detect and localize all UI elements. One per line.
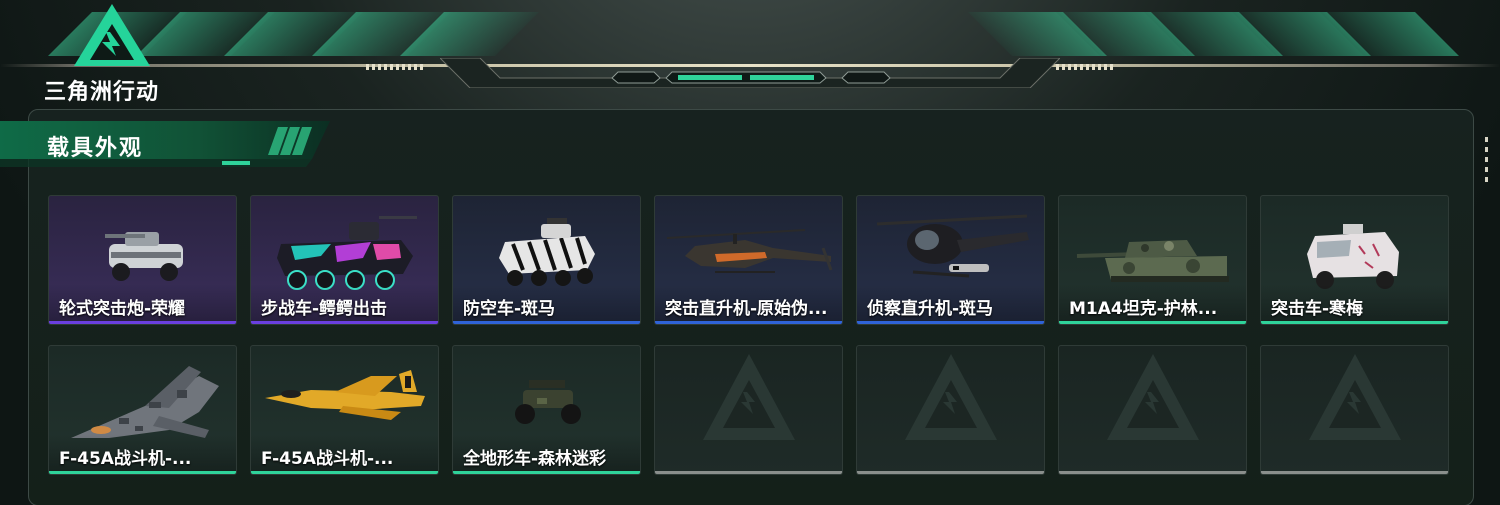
- vehicle-skin-card[interactable]: F-45A战斗机-...: [250, 345, 439, 475]
- game-logo-text: 三角洲行动: [44, 80, 160, 105]
- vehicle-skin-name: 防空车-斑马: [463, 299, 556, 319]
- vehicle-skin-name: 侦察直升机-斑马: [867, 299, 994, 319]
- vehicle-skin-name: 突击直升机-原始伪...: [665, 299, 828, 319]
- vehicle-skin-name: F-45A战斗机-...: [261, 449, 394, 469]
- vehicle-skin-card[interactable]: 轮式突击炮-荣耀: [48, 195, 237, 325]
- vehicle-skin-card[interactable]: 侦察直升机-斑马: [856, 195, 1045, 325]
- empty-slot-logo-icon: [905, 354, 997, 440]
- vehicle-skin-name: 全地形车-森林迷彩: [463, 449, 607, 469]
- rarity-bar: [1261, 471, 1448, 474]
- rarity-bar: [655, 471, 842, 474]
- vehicle-skin-card[interactable]: M1A4坦克-护林...: [1058, 195, 1247, 325]
- rarity-bar: [857, 321, 1044, 324]
- vehicle-skin-name: M1A4坦克-护林...: [1069, 299, 1218, 319]
- rarity-bar: [1059, 321, 1246, 324]
- header-tick-marks: [1056, 64, 1113, 70]
- empty-skin-slot[interactable]: [654, 345, 843, 475]
- empty-skin-slot[interactable]: [856, 345, 1045, 475]
- empty-slot-logo-icon: [1309, 354, 1401, 440]
- vehicle-skins-screen: 三角洲行动 载具外观 轮式突击炮-荣耀 步战车-鳄鳄出击 防空车-斑马 突击直升…: [0, 0, 1500, 505]
- vehicle-skin-name: 步战车-鳄鳄出击: [261, 299, 388, 319]
- empty-skin-slot[interactable]: [1260, 345, 1449, 475]
- vehicle-skin-name: 突击车-寒梅: [1271, 299, 1364, 319]
- vehicle-skin-card[interactable]: 步战车-鳄鳄出击: [250, 195, 439, 325]
- vehicle-skin-card[interactable]: 全地形车-森林迷彩: [452, 345, 641, 475]
- empty-slot-logo-icon: [703, 354, 795, 440]
- rarity-bar: [1059, 471, 1246, 474]
- rarity-bar: [857, 471, 1044, 474]
- scroll-indicator[interactable]: [1485, 137, 1488, 187]
- vehicle-skin-card[interactable]: 突击车-寒梅: [1260, 195, 1449, 325]
- vehicle-skin-name: 轮式突击炮-荣耀: [59, 299, 186, 319]
- vehicle-skin-card[interactable]: 突击直升机-原始伪...: [654, 195, 843, 325]
- rarity-bar: [655, 321, 842, 324]
- rarity-bar: [251, 471, 438, 474]
- rarity-bar: [453, 321, 640, 324]
- vehicle-skin-card[interactable]: 防空车-斑马: [452, 195, 641, 325]
- header-tick-marks: [366, 64, 423, 70]
- header-center-ornament: [440, 58, 1060, 88]
- rarity-bar: [251, 321, 438, 324]
- vehicle-skin-grid: 轮式突击炮-荣耀 步战车-鳄鳄出击 防空车-斑马 突击直升机-原始伪... 侦察…: [48, 195, 1449, 475]
- vehicle-skin-card[interactable]: F-45A战斗机-...: [48, 345, 237, 475]
- rarity-bar: [49, 321, 236, 324]
- rarity-bar: [453, 471, 640, 474]
- rarity-bar: [49, 471, 236, 474]
- rarity-bar: [1261, 321, 1448, 324]
- empty-skin-slot[interactable]: [1058, 345, 1247, 475]
- empty-slot-logo-icon: [1107, 354, 1199, 440]
- section-title: 载具外观: [47, 136, 144, 161]
- vehicle-skin-name: F-45A战斗机-...: [59, 449, 192, 469]
